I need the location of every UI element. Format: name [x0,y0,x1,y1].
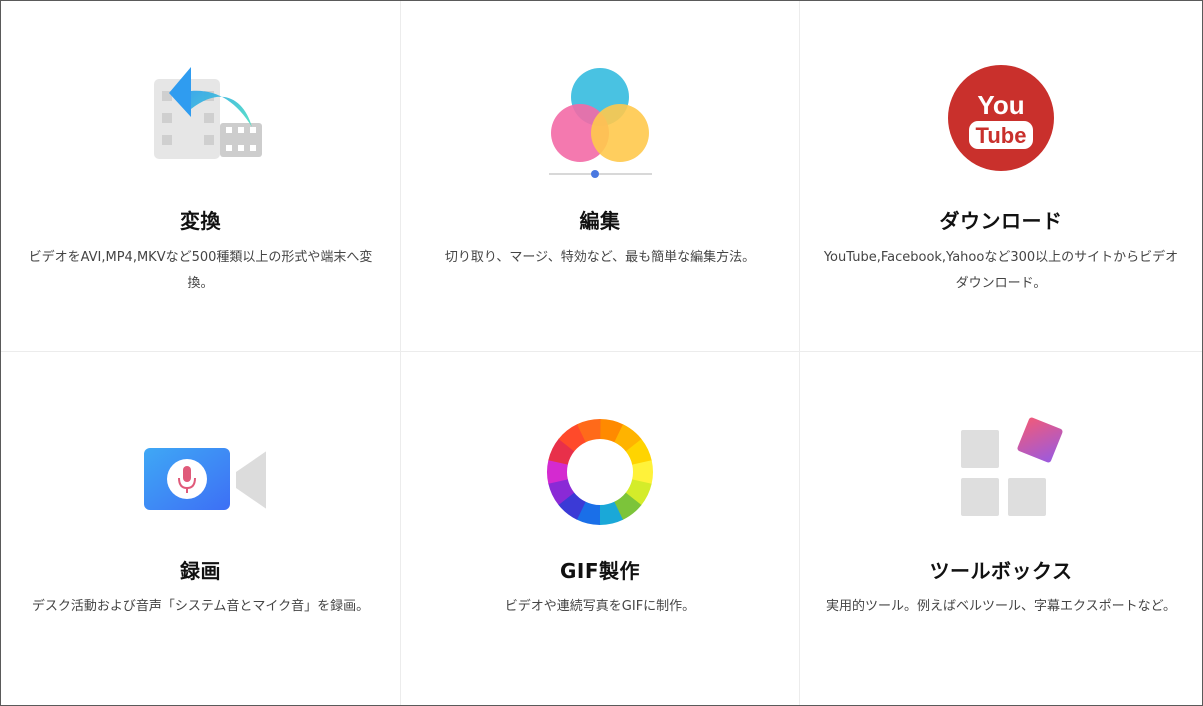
feature-card-gif[interactable]: GIF製作 ビデオや連続写真をGIFに制作。 [401,352,800,705]
youtube-download-icon: You Tube [936,61,1066,181]
youtube-tube-label: Tube [976,123,1027,148]
youtube-you-label: You [977,90,1024,120]
toolbox-grid-icon [936,414,1066,534]
feature-description: ビデオをAVI,MP4,MKVなど500種類以上の形式や端末へ変換。 [28,250,373,291]
feature-card-convert[interactable]: 変換 ビデオをAVI,MP4,MKVなど500種類以上の形式や端末へ変換。 [1,1,401,352]
feature-description: 切り取り、マージ、特効など、最も簡単な編集方法。 [444,250,756,265]
feature-card-download[interactable]: You Tube ダウンロード YouTube,Facebook,Yahooなど… [800,1,1202,352]
feature-title: 編集 [579,209,621,233]
video-convert-icon [136,61,266,181]
feature-description: ビデオや連続写真をGIFに制作。 [504,599,696,614]
feature-title: GIF製作 [559,559,641,583]
feature-description: 実用的ツール。例えばベルツール、字幕エクスポートなど。 [826,599,1176,614]
feature-card-record[interactable]: 録画 デスク活動および音声「システム音とマイク音」を録画。 [1,352,401,705]
feature-title: ダウンロード [939,209,1063,233]
color-wheel-gif-icon [535,414,665,534]
feature-grid-frame: 変換 ビデオをAVI,MP4,MKVなど500種類以上の形式や端末へ変換。 編集… [0,0,1203,706]
feature-title: 変換 [180,209,221,233]
color-circles-edit-icon [535,61,665,181]
feature-title: 録画 [180,559,221,583]
feature-grid: 変換 ビデオをAVI,MP4,MKVなど500種類以上の形式や端末へ変換。 編集… [1,1,1202,705]
feature-card-edit[interactable]: 編集 切り取り、マージ、特効など、最も簡単な編集方法。 [401,1,800,352]
feature-card-toolbox[interactable]: ツールボックス 実用的ツール。例えばベルツール、字幕エクスポートなど。 [800,352,1202,705]
feature-description: YouTube,Facebook,Yahooなど300以上のサイトからビデオダウ… [823,250,1179,291]
screen-record-camera-icon [136,414,266,534]
feature-description: デスク活動および音声「システム音とマイク音」を録画。 [31,599,370,614]
feature-title: ツールボックス [929,559,1073,583]
